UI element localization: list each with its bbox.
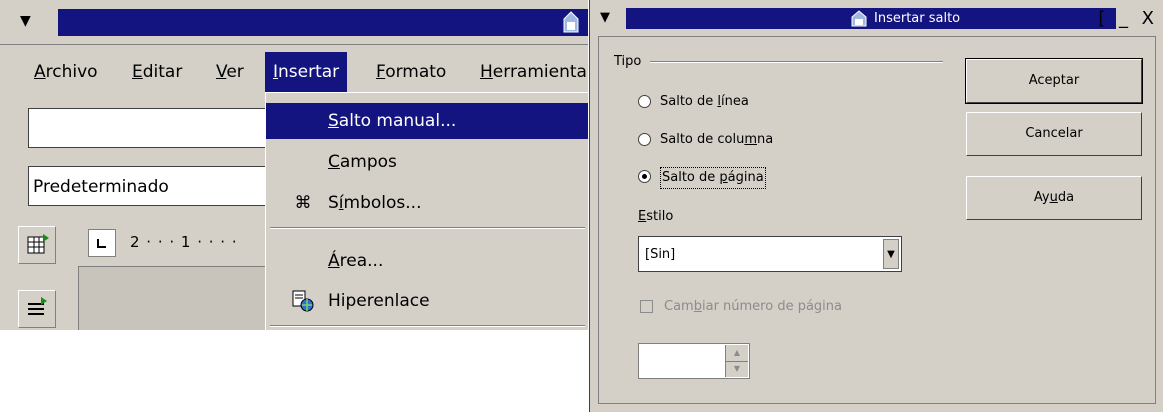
estilo-label: Estilo — [638, 209, 674, 224]
paragraph-style-field[interactable]: Predeterminado — [28, 166, 268, 206]
menubar: Archivo Editar Ver Insertar Formato Herr… — [0, 52, 588, 92]
menu-formato[interactable]: Formato — [368, 52, 454, 92]
hyperlink-icon — [292, 290, 314, 312]
window-controls[interactable]: [ _ X — [1098, 8, 1158, 29]
chevron-down-icon[interactable]: ▼ — [883, 239, 899, 269]
dialog-title-bar: Insertar salto — [626, 8, 1116, 29]
writer-window: ▼ Archivo Editar Ver Insertar Formato He… — [0, 0, 588, 330]
menu-item-hiperenlace[interactable]: Hiperenlace — [266, 283, 588, 319]
window-menu-icon[interactable]: ▼ — [20, 14, 31, 28]
estilo-select[interactable]: [Sin] ▼ — [638, 236, 902, 272]
menu-item-campos[interactable]: Campos — [266, 144, 588, 180]
table-insert-button[interactable] — [18, 226, 56, 264]
dialog-title: Insertar salto — [874, 11, 961, 26]
tipo-label: Tipo — [614, 54, 642, 69]
menu-separator — [270, 325, 585, 327]
insertar-salto-dialog: ▼ Insertar salto [ _ X Tipo Salto de lín… — [589, 0, 1163, 412]
cancelar-button[interactable]: Cancelar — [966, 112, 1142, 156]
insertar-menu: Salto manual... Campos ⌘ Símbolos... Áre… — [265, 92, 588, 330]
ayuda-button[interactable]: Ayuda — [966, 176, 1142, 220]
aceptar-button[interactable]: Aceptar — [965, 58, 1143, 104]
checkbox[interactable] — [640, 300, 653, 313]
dialog-titlebar: ▼ Insertar salto [ _ X — [590, 0, 1163, 36]
command-icon: ⌘ — [294, 193, 312, 213]
page-number-spinner[interactable]: ▲ ▼ — [638, 343, 750, 379]
menu-item-area[interactable]: Área... — [266, 243, 588, 279]
window-menu-icon[interactable]: ▼ — [600, 10, 610, 25]
document-icon — [851, 10, 867, 27]
writer-titlebar: ▼ — [0, 0, 588, 45]
ruler-scale: 2 · · · 1 · · · · — [130, 233, 238, 251]
list-insert-icon — [28, 297, 47, 315]
menu-separator — [270, 227, 585, 229]
menu-archivo[interactable]: Archivo — [26, 52, 106, 92]
spin-up-icon[interactable]: ▲ — [726, 345, 748, 362]
radio-button-selected[interactable] — [638, 170, 651, 183]
menu-item-salto-manual[interactable]: Salto manual... — [266, 103, 588, 139]
spin-down-icon[interactable]: ▼ — [726, 361, 748, 377]
menu-item-simbolos[interactable]: ⌘ Símbolos... — [266, 185, 588, 221]
radio-button[interactable] — [638, 133, 651, 146]
menu-ver[interactable]: Ver — [208, 52, 252, 92]
menu-insertar[interactable]: Insertar — [265, 52, 348, 92]
radio-button[interactable] — [638, 95, 651, 108]
menu-editar[interactable]: Editar — [124, 52, 190, 92]
writer-title-bar — [58, 9, 588, 36]
url-field[interactable] — [28, 108, 268, 148]
insert-list-button[interactable] — [18, 290, 56, 328]
table-icon — [27, 234, 49, 254]
menu-herramientas[interactable]: Herramienta — [472, 52, 588, 92]
document-icon — [563, 11, 579, 33]
tab-stop-icon[interactable] — [88, 229, 116, 257]
tipo-separator — [650, 61, 943, 63]
